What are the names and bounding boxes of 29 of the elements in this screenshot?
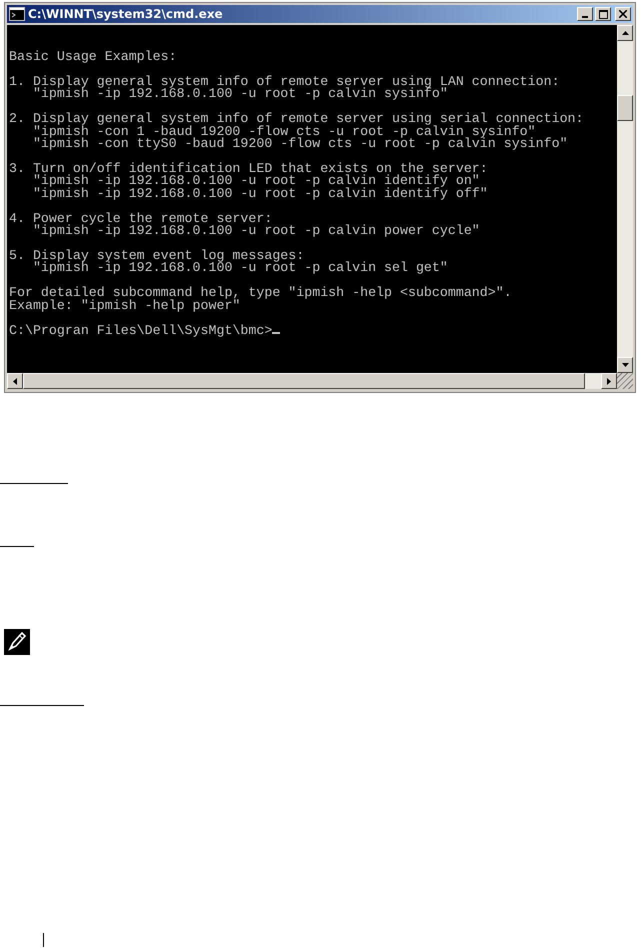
console-line: 5. Display system event log messages: bbox=[9, 248, 304, 263]
console-line: For detailed subcommand help, type "ipmish -help <subcommand>". bbox=[9, 285, 512, 300]
close-icon bbox=[619, 10, 627, 18]
right-arrow-icon bbox=[607, 378, 611, 384]
maximize-button[interactable] bbox=[595, 7, 611, 21]
console-line: C:\Progran Files\Dell\SysMgt\bmc> bbox=[9, 322, 272, 338]
console-line: Example: "ipmish -help power" bbox=[9, 298, 240, 313]
scroll-thumb[interactable] bbox=[617, 95, 633, 121]
maximize-icon bbox=[598, 10, 608, 18]
console-line: "ipmish -ip 192.168.0.100 -u root -p calvin identify on" bbox=[32, 173, 480, 188]
console-app-icon bbox=[9, 7, 25, 21]
resize-grip-icon[interactable] bbox=[617, 373, 633, 389]
vertical-scrollbar[interactable] bbox=[617, 25, 633, 373]
down-arrow-icon bbox=[622, 363, 628, 367]
scroll-right-button[interactable] bbox=[601, 373, 617, 389]
text-cursor bbox=[272, 332, 280, 334]
console-line: Basic Usage Examples: bbox=[9, 49, 177, 64]
console-line: "ipmish -ip 192.168.0.100 -u root -p calvin identify off" bbox=[32, 186, 488, 201]
close-button[interactable] bbox=[615, 7, 631, 21]
console-line: 2. Display general system info of remote server using serial connection: bbox=[9, 111, 584, 126]
minimize-button[interactable] bbox=[577, 7, 593, 21]
up-arrow-icon bbox=[622, 31, 628, 35]
window-title: C:\WINNT\system32\cmd.exe bbox=[28, 7, 224, 21]
console-line: "ipmish -con ttyS0 -baud 19200 -flow cts -u root -p calvin sysinfo" bbox=[32, 136, 568, 152]
scroll-left-button[interactable] bbox=[7, 373, 23, 389]
left-arrow-icon bbox=[13, 378, 17, 384]
scroll-up-button[interactable] bbox=[617, 25, 633, 41]
scroll-down-button[interactable] bbox=[617, 357, 633, 373]
note-pencil-icon bbox=[4, 629, 30, 655]
